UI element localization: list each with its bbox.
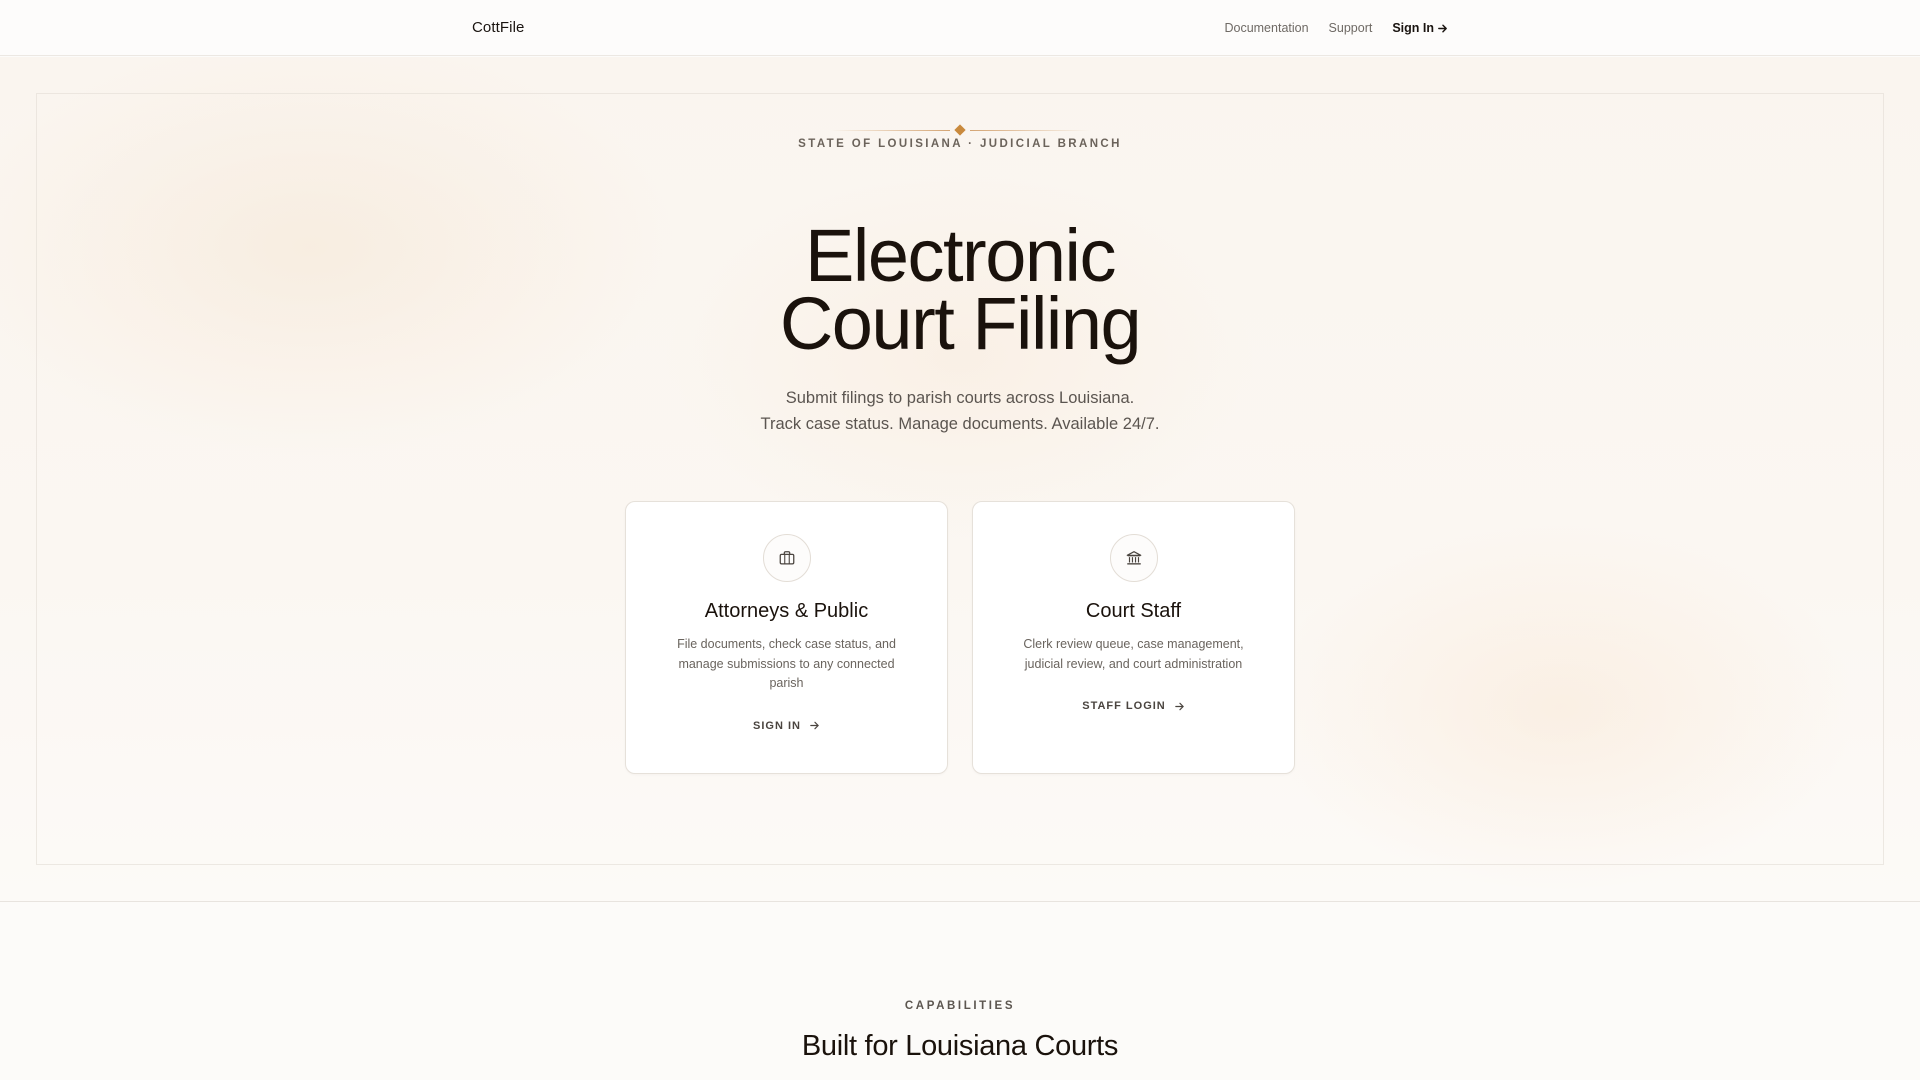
brand-logo[interactable]: CottFile	[472, 19, 524, 36]
eyebrow-text: STATE OF LOUISIANA · JUDICIAL BRANCH	[798, 138, 1122, 150]
capabilities-title: Built for Louisiana Courts	[801, 1030, 1119, 1062]
header-nav: Documentation Support Sign In	[1224, 0, 1448, 56]
arrow-right-icon	[810, 721, 819, 730]
arrow-right-icon	[1174, 702, 1184, 710]
card-icon-circle	[762, 534, 811, 582]
nav-documentation-link[interactable]: Documentation	[1224, 21, 1308, 35]
nav-support-link[interactable]: Support	[1329, 21, 1373, 35]
staff-login-label: STAFF LOGIN	[1082, 700, 1166, 712]
nav-sign-in-label: Sign In	[1392, 21, 1434, 35]
card-title: Court Staff	[1085, 600, 1182, 622]
briefcase-icon	[779, 551, 794, 565]
top-navigation-bar: CottFile Documentation Support Sign In	[0, 0, 1920, 56]
arrow-right-icon	[1438, 24, 1447, 32]
hero-frame	[36, 93, 1884, 865]
card-description: Clerk review queue, case management, jud…	[1023, 637, 1244, 671]
page-title: Electronic Court Filing	[0, 219, 1920, 361]
sign-in-button[interactable]: SIGN IN	[753, 720, 820, 732]
hero-subtext: Submit filings to parish courts across L…	[0, 385, 1920, 437]
sign-in-label: SIGN IN	[753, 719, 801, 732]
hero-subtext-line-1: Submit filings to parish courts across L…	[785, 389, 1135, 407]
ornament-line-left	[830, 130, 950, 131]
hero-section	[0, 57, 1920, 902]
card-description: File documents, check case status, and m…	[677, 637, 896, 690]
hero-eyebrow: STATE OF LOUISIANA · JUDICIAL BRANCH	[0, 124, 1920, 150]
diamond-icon	[954, 124, 966, 136]
ornament-line-right	[970, 130, 1090, 131]
staff-login-button[interactable]: STAFF LOGIN	[1082, 700, 1185, 712]
ornament-divider	[820, 124, 1100, 136]
nav-sign-in-link[interactable]: Sign In	[1392, 21, 1448, 35]
attorneys-public-card[interactable]: Attorneys & Public File documents, check…	[625, 501, 948, 774]
capabilities-label: CAPABILITIES	[904, 1000, 1016, 1012]
hero-subtext-line-2: Track case status. Manage documents. Ava…	[760, 415, 1160, 433]
card-title: Attorneys & Public	[704, 600, 869, 622]
card-icon-circle	[1109, 534, 1158, 582]
courthouse-icon	[1126, 551, 1141, 565]
court-staff-card[interactable]: Court Staff Clerk review queue, case man…	[972, 501, 1295, 774]
page-title-line-2: Court Filing	[779, 282, 1142, 365]
